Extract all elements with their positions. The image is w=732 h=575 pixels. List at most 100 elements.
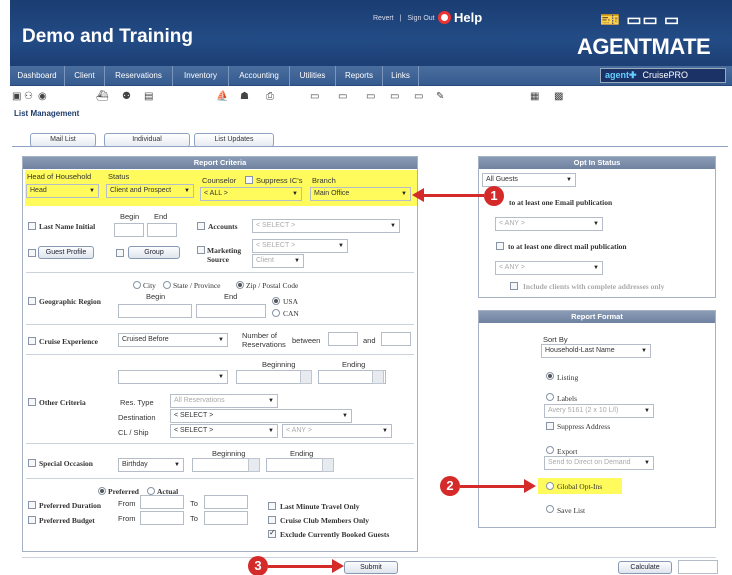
- toolbar-report-icon[interactable]: ▦: [530, 91, 539, 103]
- toolbar-list2-icon[interactable]: ▭: [338, 91, 347, 103]
- suppress-ics-checkbox[interactable]: [245, 176, 253, 184]
- calendar-icon[interactable]: [372, 370, 384, 384]
- tab-mail-list[interactable]: Mail List: [30, 133, 96, 147]
- other-criteria-select[interactable]: [118, 370, 228, 384]
- cruise-club-checkbox[interactable]: [268, 516, 276, 524]
- actual-radio[interactable]: [147, 487, 155, 495]
- nav-accounting[interactable]: Accounting: [229, 66, 290, 86]
- guest-profile-button[interactable]: Guest Profile: [38, 246, 94, 259]
- toolbar-group-icon[interactable]: ⚉: [122, 91, 131, 103]
- res-type-select[interactable]: All Reservations: [170, 394, 278, 408]
- nav-utilities[interactable]: Utilities: [290, 66, 336, 86]
- exclude-booked-checkbox[interactable]: [268, 528, 276, 538]
- geo-end-input[interactable]: [196, 304, 266, 318]
- marketing-source-checkbox[interactable]: [197, 246, 205, 254]
- accounts-select[interactable]: < SELECT >: [252, 219, 400, 233]
- toolbar-home-icon[interactable]: ▣: [12, 91, 21, 103]
- labels-select[interactable]: Avery 5161 (2 x 10 L/l): [544, 404, 654, 418]
- calendar-icon[interactable]: [248, 458, 260, 472]
- toolbar-ship-icon[interactable]: ⛴: [96, 91, 109, 103]
- ship-any-select[interactable]: < ANY >: [282, 424, 392, 438]
- suppress-address-checkbox[interactable]: [546, 422, 554, 430]
- toolbar-grid-icon[interactable]: ▩: [554, 91, 563, 103]
- preferred-duration-checkbox[interactable]: [28, 501, 36, 509]
- num-res-from-input[interactable]: [328, 332, 358, 346]
- preferred-budget-checkbox[interactable]: [28, 516, 36, 524]
- state-radio[interactable]: [163, 281, 171, 289]
- toolbar-people-icon[interactable]: ⚇: [24, 91, 33, 103]
- email-any-select[interactable]: < ANY >: [495, 217, 603, 231]
- cruise-experience-select[interactable]: Cruised Before: [118, 333, 228, 347]
- budget-to-input[interactable]: [204, 511, 248, 525]
- toolbar-globe-icon[interactable]: ◉: [38, 91, 47, 103]
- brand-box[interactable]: agent✚ CruisePRO: [600, 68, 726, 83]
- marketing-source-select[interactable]: < SELECT >: [252, 239, 348, 253]
- destination-select[interactable]: < SELECT >: [170, 409, 352, 423]
- mail-any-select[interactable]: < ANY >: [495, 261, 603, 275]
- sign-out-link[interactable]: Sign Out: [407, 15, 434, 22]
- all-guests-select[interactable]: All Guests: [482, 173, 576, 187]
- cruise-experience-checkbox[interactable]: [28, 337, 36, 345]
- nav-dashboard[interactable]: Dashboard: [10, 66, 65, 86]
- nav-links[interactable]: Links: [383, 66, 419, 86]
- toolbar-list5-icon[interactable]: ▭: [414, 91, 423, 103]
- accounts-checkbox[interactable]: [197, 222, 205, 230]
- geo-begin-input[interactable]: [118, 304, 192, 318]
- submit-button[interactable]: Submit: [344, 561, 398, 574]
- other-criteria-checkbox[interactable]: [28, 398, 36, 406]
- toolbar-family-icon[interactable]: ☗: [240, 91, 249, 103]
- city-radio[interactable]: [133, 281, 141, 289]
- nav-inventory[interactable]: Inventory: [173, 66, 229, 86]
- preferred-radio[interactable]: [98, 487, 106, 495]
- save-list-radio[interactable]: [546, 505, 554, 513]
- status-select[interactable]: Client and Prospect: [106, 184, 194, 198]
- counselor-select[interactable]: < ALL >: [200, 187, 302, 201]
- zip-radio[interactable]: [236, 281, 244, 289]
- last-name-begin-input[interactable]: [114, 223, 144, 237]
- last-minute-checkbox[interactable]: [268, 502, 276, 510]
- last-name-end-input[interactable]: [147, 223, 177, 237]
- direct-mail-checkbox[interactable]: [496, 242, 504, 250]
- toolbar-document-icon[interactable]: ▤: [144, 91, 153, 103]
- export-radio[interactable]: [546, 446, 554, 454]
- revert-link[interactable]: Revert: [373, 15, 394, 22]
- toolbar-list-icon[interactable]: ▭: [310, 91, 319, 103]
- calendar-icon[interactable]: [300, 370, 312, 384]
- clship-select[interactable]: < SELECT >: [170, 424, 278, 438]
- group-checkbox[interactable]: [116, 249, 124, 257]
- geographic-checkbox[interactable]: [28, 297, 36, 305]
- duration-to-input[interactable]: [204, 495, 248, 509]
- toolbar-pen-icon[interactable]: ✎: [436, 91, 444, 103]
- group-button[interactable]: Group: [128, 246, 180, 259]
- usa-radio[interactable]: [272, 297, 280, 305]
- last-name-checkbox[interactable]: [28, 222, 36, 230]
- export-select[interactable]: Send to Direct on Demand: [544, 456, 654, 470]
- duration-from-input[interactable]: [140, 495, 184, 509]
- labels-radio[interactable]: [546, 393, 554, 401]
- listing-radio[interactable]: [546, 372, 554, 380]
- help-button[interactable]: Help: [438, 10, 492, 30]
- num-res-to-input[interactable]: [381, 332, 411, 346]
- special-occasion-checkbox[interactable]: [28, 459, 36, 467]
- nav-client[interactable]: Client: [65, 66, 105, 86]
- budget-from-input[interactable]: [140, 511, 184, 525]
- head-of-household-select[interactable]: Head: [26, 184, 99, 198]
- sort-by-select[interactable]: Household-Last Name: [541, 344, 651, 358]
- calendar-icon[interactable]: [322, 458, 334, 472]
- global-optins-radio[interactable]: [546, 482, 554, 490]
- guest-profile-checkbox[interactable]: [28, 249, 36, 257]
- tab-individual[interactable]: Individual: [104, 133, 190, 147]
- complete-addresses-checkbox[interactable]: [510, 282, 518, 290]
- calculate-button[interactable]: Calculate: [618, 561, 672, 574]
- toolbar-cruise-icon[interactable]: ⛵: [216, 91, 228, 103]
- can-radio[interactable]: [272, 309, 280, 317]
- nav-reports[interactable]: Reports: [336, 66, 383, 86]
- client-select[interactable]: Client: [252, 254, 304, 268]
- toolbar-printer-icon[interactable]: ⎙: [266, 91, 274, 103]
- tab-list-updates[interactable]: List Updates: [194, 133, 274, 147]
- nav-reservations[interactable]: Reservations: [105, 66, 173, 86]
- toolbar-list4-icon[interactable]: ▭: [390, 91, 399, 103]
- branch-select[interactable]: Main Office: [310, 187, 411, 201]
- toolbar-list3-icon[interactable]: ▭: [366, 91, 375, 103]
- special-occasion-select[interactable]: Birthday: [118, 458, 184, 472]
